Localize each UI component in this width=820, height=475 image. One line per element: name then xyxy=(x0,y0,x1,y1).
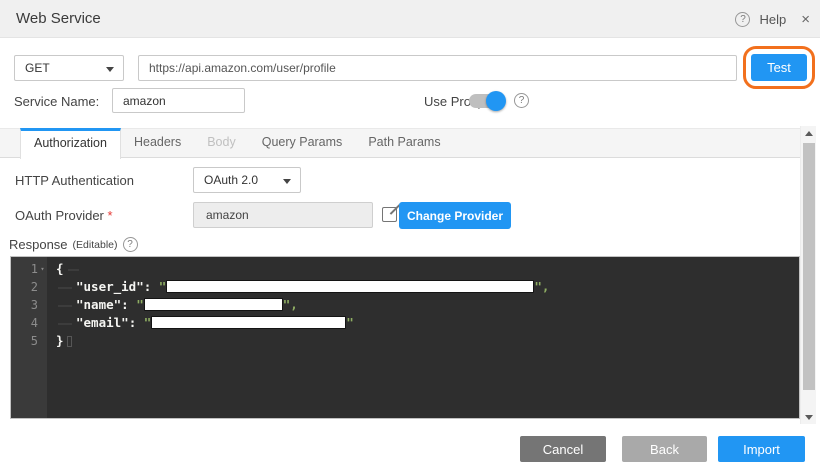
indent-guide xyxy=(56,300,76,312)
indent-guide xyxy=(56,282,76,294)
import-button[interactable]: Import xyxy=(718,436,805,462)
oauth-provider-label: OAuth Provider * xyxy=(15,208,113,223)
back-button[interactable]: Back xyxy=(622,436,707,462)
line-number: 3 xyxy=(11,296,47,314)
edit-icon[interactable] xyxy=(382,207,397,222)
test-button[interactable]: Test xyxy=(751,54,807,81)
service-name-input[interactable] xyxy=(112,88,245,113)
code-line: "name": "", xyxy=(56,296,799,314)
line-number: 1▾ xyxy=(11,260,47,278)
required-asterisk: * xyxy=(108,208,113,223)
code-line: } xyxy=(56,332,799,350)
whitespace-mark xyxy=(67,336,72,347)
method-dropdown-value: GET xyxy=(25,61,50,75)
service-name-label: Service Name: xyxy=(14,94,99,109)
tab-query-params[interactable]: Query Params xyxy=(249,129,356,159)
tab-path-params[interactable]: Path Params xyxy=(355,129,453,159)
code-line: "email": "" xyxy=(56,314,799,332)
chevron-down-icon xyxy=(106,67,114,72)
line-number: 4 xyxy=(11,314,47,332)
vertical-scrollbar[interactable] xyxy=(800,126,816,424)
use-proxy-toggle[interactable] xyxy=(469,94,503,108)
http-auth-label: HTTP Authentication xyxy=(15,173,134,188)
help-link[interactable]: Help xyxy=(759,12,786,27)
scroll-up-icon[interactable] xyxy=(801,126,817,140)
code-line: { xyxy=(56,260,799,278)
tab-headers[interactable]: Headers xyxy=(121,129,194,159)
page-title: Web Service xyxy=(16,10,101,27)
whitespace-mark xyxy=(68,264,79,276)
response-help-icon[interactable]: ? xyxy=(123,237,138,252)
tab-authorization[interactable]: Authorization xyxy=(20,128,121,159)
response-code-editor[interactable]: 1▾2345 {"user_id": "","name": "","email"… xyxy=(10,256,800,419)
indent-guide xyxy=(56,318,76,330)
scroll-down-icon[interactable] xyxy=(801,410,817,424)
url-input[interactable] xyxy=(138,55,737,81)
redacted-value xyxy=(144,298,283,311)
tab-body: Body xyxy=(194,129,249,159)
tab-strip: Authorization Headers Body Query Params … xyxy=(0,128,800,158)
redacted-value xyxy=(166,280,534,293)
oauth-provider-input xyxy=(193,202,373,228)
response-label: Response xyxy=(9,237,68,252)
chevron-down-icon xyxy=(283,179,291,184)
method-dropdown[interactable]: GET xyxy=(14,55,124,81)
code-lines: {"user_id": "","name": "","email": ""} xyxy=(47,257,799,418)
response-editable-suffix: (Editable) xyxy=(73,239,118,251)
cancel-button[interactable]: Cancel xyxy=(520,436,606,462)
proxy-help-icon[interactable]: ? xyxy=(514,93,529,108)
redacted-value xyxy=(151,316,346,329)
change-provider-button[interactable]: Change Provider xyxy=(399,202,511,229)
code-line: "user_id": "", xyxy=(56,278,799,296)
response-header: Response (Editable) ? xyxy=(9,237,138,252)
scrollbar-thumb[interactable] xyxy=(803,143,815,390)
help-icon[interactable]: ? xyxy=(735,12,750,27)
http-auth-dropdown[interactable]: OAuth 2.0 xyxy=(193,167,301,193)
close-icon[interactable]: × xyxy=(801,11,810,28)
line-number: 5 xyxy=(11,332,47,350)
fold-icon: ▾ xyxy=(38,260,47,278)
toggle-knob xyxy=(486,91,506,111)
dialog-header: Web Service ? Help × xyxy=(0,0,820,38)
http-auth-dropdown-value: OAuth 2.0 xyxy=(204,173,258,187)
web-service-dialog: Web Service ? Help × GET Test Service Na… xyxy=(0,0,820,475)
line-number: 2 xyxy=(11,278,47,296)
gutter: 1▾2345 xyxy=(11,257,47,418)
